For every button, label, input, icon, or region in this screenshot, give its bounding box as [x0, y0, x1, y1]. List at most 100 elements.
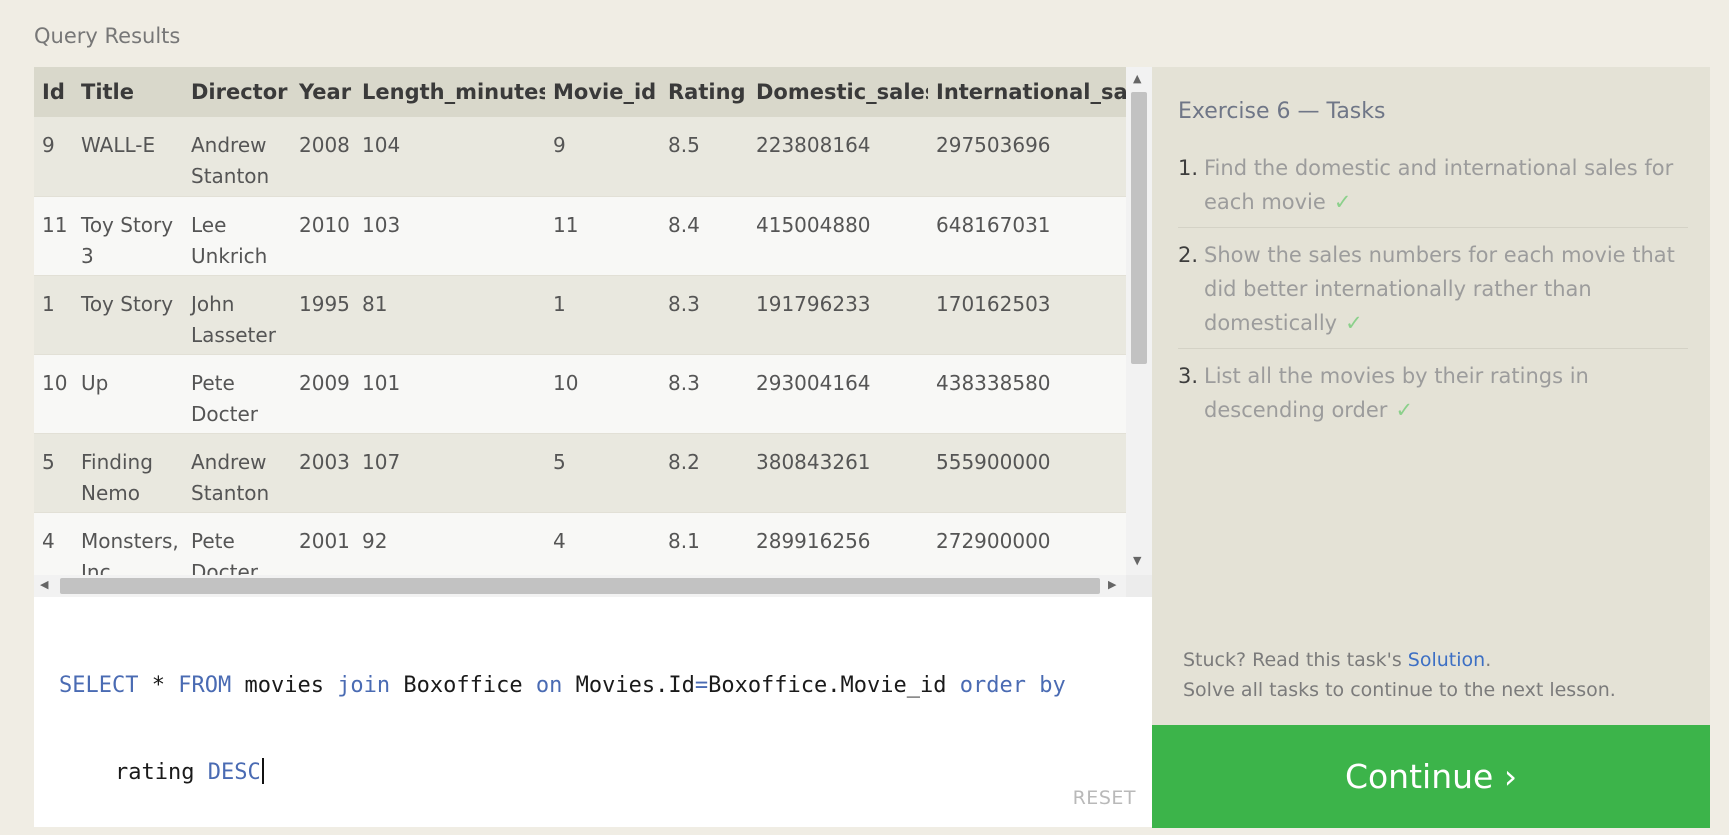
task-number: 1. — [1178, 156, 1199, 180]
table-cell: Toy Story — [73, 275, 183, 355]
table-header-row: Id Title Director Year Length_minutes Movie_i… — [34, 67, 1126, 117]
results-table-viewport: Id Title Director Year Length_minutes Movie_i… — [34, 67, 1126, 575]
sql-keyword: DESC — [207, 760, 261, 785]
table-cell: WALL-E — [73, 117, 183, 197]
column-header-international-sa: International_sa — [928, 67, 1126, 117]
table-cell: 92 — [354, 512, 545, 575]
horizontal-scrollbar-thumb[interactable] — [60, 578, 1100, 594]
sql-text: Movies.Id — [562, 673, 695, 698]
sql-keyword: order — [959, 673, 1026, 698]
table-cell: 107 — [354, 433, 545, 513]
sql-keyword: by — [1039, 673, 1066, 698]
table-cell: 2008 — [291, 117, 354, 197]
table-cell: 2003 — [291, 433, 354, 513]
table-cell: 438338580 — [928, 354, 1126, 434]
sql-keyword: join — [337, 673, 391, 698]
table-cell: 11 — [34, 196, 73, 276]
table-cell: 223808164 — [748, 117, 928, 197]
table-cell: 293004164 — [748, 354, 928, 434]
column-header-movie-id: Movie_id — [545, 67, 660, 117]
table-row: 4 Monsters, Inc. Pete Docter 2001 92 4 8.1 2899… — [34, 512, 1126, 575]
sql-editor[interactable]: SELECT * FROM movies join Boxoffice on M… — [34, 597, 1152, 827]
table-cell: 415004880 — [748, 196, 928, 276]
sql-text: rating — [115, 760, 208, 785]
table-cell: 380843261 — [748, 433, 928, 513]
table-cell: 8.5 — [660, 117, 748, 197]
table-cell: 272900000 — [928, 512, 1126, 575]
table-cell: 5 — [545, 433, 660, 513]
table-cell: Andrew Stanton — [183, 117, 291, 197]
table-cell: 5 — [34, 433, 73, 513]
task-item-2: 2. Show the sales numbers for each movie… — [1178, 234, 1688, 349]
scroll-down-arrow-icon[interactable]: ▼ — [1133, 555, 1141, 567]
task-text-wrap: List all the movies by their ratings in … — [1204, 359, 1688, 427]
reset-button[interactable]: RESET — [1073, 787, 1136, 809]
table-cell: 103 — [354, 196, 545, 276]
table-cell: 2010 — [291, 196, 354, 276]
table-cell: 297503696 — [928, 117, 1126, 197]
column-header-year: Year — [291, 67, 354, 117]
vertical-scrollbar[interactable]: ▲ ▼ — [1126, 67, 1152, 575]
task-text: Show the sales numbers for each movie th… — [1204, 243, 1675, 335]
table-cell: 170162503 — [928, 275, 1126, 355]
text-cursor — [261, 758, 264, 784]
table-cell: 9 — [545, 117, 660, 197]
task-item-3: 3. List all the movies by their ratings … — [1178, 355, 1688, 435]
tasks-panel: Exercise 6 — Tasks 1. Find the domestic … — [1152, 67, 1710, 725]
scroll-left-arrow-icon[interactable]: ◀ — [40, 579, 48, 591]
solution-link[interactable]: Solution — [1408, 649, 1485, 671]
table-row: 1 Toy Story John Lasseter 1995 81 1 8.3 1917962… — [34, 275, 1126, 355]
horizontal-scrollbar[interactable]: ◀ ▶ — [34, 575, 1126, 597]
solve-all-text: Solve all tasks to continue to the next … — [1183, 679, 1616, 701]
sql-text: Boxoffice — [390, 673, 536, 698]
vertical-scrollbar-thumb[interactable] — [1131, 92, 1147, 364]
scroll-right-arrow-icon[interactable]: ▶ — [1108, 579, 1116, 591]
sql-line-1[interactable]: SELECT * FROM movies join Boxoffice on M… — [59, 671, 1149, 700]
table-cell: 8.4 — [660, 196, 748, 276]
table-cell: Lee Unkrich — [183, 196, 291, 276]
table-cell: 1 — [545, 275, 660, 355]
table-cell: 648167031 — [928, 196, 1126, 276]
results-table: Id Title Director Year Length_minutes Movie_i… — [34, 67, 1126, 575]
table-cell: 4 — [545, 512, 660, 575]
table-cell: 101 — [354, 354, 545, 434]
stuck-prefix: Stuck? Read this task's — [1183, 649, 1408, 671]
table-cell: 555900000 — [928, 433, 1126, 513]
table-cell: 104 — [354, 117, 545, 197]
table-row: 11 Toy Story 3 Lee Unkrich 2010 103 11 8.4 4150… — [34, 196, 1126, 276]
table-cell: Pete Docter — [183, 354, 291, 434]
table-cell: Monsters, Inc. — [73, 512, 183, 575]
tasks-title: Exercise 6 — Tasks — [1178, 99, 1386, 124]
sql-text: movies — [231, 673, 338, 698]
table-cell: 191796233 — [748, 275, 928, 355]
table-cell: Andrew Stanton — [183, 433, 291, 513]
table-cell: John Lasseter — [183, 275, 291, 355]
table-row: 10 Up Pete Docter 2009 101 10 8.3 293004164 4383… — [34, 354, 1126, 434]
task-text-wrap: Show the sales numbers for each movie th… — [1204, 238, 1688, 340]
table-cell: 9 — [34, 117, 73, 197]
sql-keyword: on — [535, 673, 563, 698]
scroll-up-arrow-icon[interactable]: ▲ — [1133, 73, 1141, 85]
sql-keyword: = — [694, 673, 709, 698]
sql-text: * — [138, 673, 179, 698]
column-header-director: Director — [183, 67, 291, 117]
table-cell: 1995 — [291, 275, 354, 355]
sql-keyword: FROM — [178, 673, 232, 698]
table-cell: 2001 — [291, 512, 354, 575]
scrollbar-corner — [1126, 575, 1152, 597]
table-cell: Finding Nemo — [73, 433, 183, 513]
table-cell: 4 — [34, 512, 73, 575]
sql-code[interactable]: SELECT * FROM movies join Boxoffice on M… — [59, 613, 1149, 835]
sql-keyword: SELECT — [59, 673, 139, 698]
checkmark-icon: ✓ — [1345, 311, 1363, 335]
task-text: Find the domestic and international sale… — [1204, 156, 1674, 214]
results-panel: Id Title Director Year Length_minutes Movie_i… — [34, 67, 1152, 597]
table-cell: 11 — [545, 196, 660, 276]
checkmark-icon: ✓ — [1333, 190, 1352, 214]
continue-button[interactable]: Continue › — [1152, 725, 1710, 828]
table-cell: 2009 — [291, 354, 354, 434]
sql-text: Boxoffice.Movie_id — [708, 673, 960, 698]
column-header-length-minutes: Length_minutes — [354, 67, 545, 117]
sql-line-2[interactable]: rating DESC — [59, 758, 1149, 787]
